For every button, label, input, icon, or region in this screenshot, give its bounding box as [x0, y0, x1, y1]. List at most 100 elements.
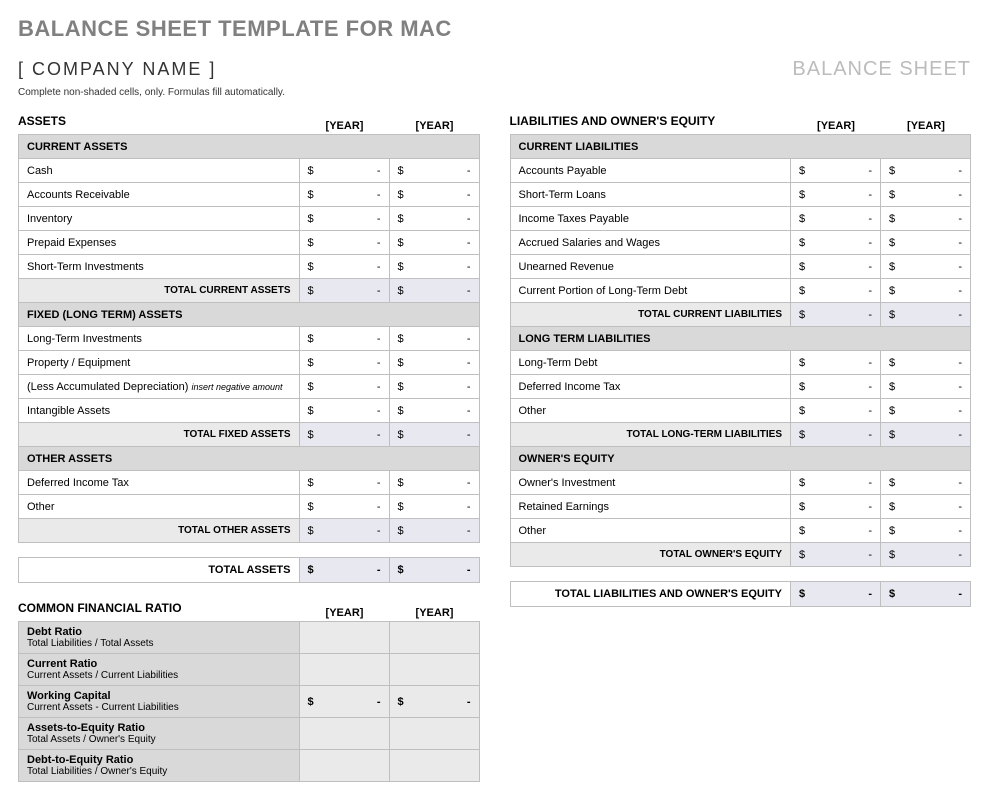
- ratio-1-y1: [299, 654, 389, 686]
- other-assets-row-0-y1[interactable]: $-: [299, 471, 389, 495]
- fixed-assets-row-3-label[interactable]: Intangible Assets: [19, 399, 300, 423]
- current-liabilities-row-5-y1[interactable]: $-: [791, 279, 881, 303]
- other-assets-row-1-y1[interactable]: $-: [299, 495, 389, 519]
- current-assets-row-1-y1[interactable]: $-: [299, 183, 389, 207]
- current-liabilities-row-4-y1[interactable]: $-: [791, 255, 881, 279]
- fixed-assets-row-0-y2[interactable]: $-: [389, 327, 479, 351]
- other-assets-row-0-label[interactable]: Deferred Income Tax: [19, 471, 300, 495]
- total-longterm-liabilities-label: TOTAL LONG-TERM LIABILITIES: [510, 423, 791, 447]
- other-assets-row-1-y2[interactable]: $-: [389, 495, 479, 519]
- current-assets-row-3-label[interactable]: Prepaid Expenses: [19, 231, 300, 255]
- current-liabilities-row-0-y2[interactable]: $-: [881, 159, 971, 183]
- fixed-assets-row-0-label[interactable]: Long-Term Investments: [19, 327, 300, 351]
- current-assets-row-0-label[interactable]: Cash: [19, 159, 300, 183]
- current-liabilities-row-1-label[interactable]: Short-Term Loans: [510, 183, 791, 207]
- current-liabilities-row-3-y1[interactable]: $-: [791, 231, 881, 255]
- longterm-liabilities-row-2-label[interactable]: Other: [510, 399, 791, 423]
- current-assets-row-4-y1[interactable]: $-: [299, 255, 389, 279]
- total-owners-equity-y2: $-: [881, 543, 971, 567]
- total-assets-y2: $-: [389, 558, 479, 583]
- current-liabilities-row-4-y2[interactable]: $-: [881, 255, 971, 279]
- other-assets-row-1-label[interactable]: Other: [19, 495, 300, 519]
- page-title: BALANCE SHEET TEMPLATE FOR MAC: [18, 16, 971, 42]
- current-liabilities-row-0-y1[interactable]: $-: [791, 159, 881, 183]
- current-assets-row-2-label[interactable]: Inventory: [19, 207, 300, 231]
- owners-equity-row-1-label[interactable]: Retained Earnings: [510, 495, 791, 519]
- ratio-3-y2: [389, 718, 479, 750]
- longterm-liabilities-row-0-y1[interactable]: $-: [791, 351, 881, 375]
- owners-equity-row-2-label[interactable]: Other: [510, 519, 791, 543]
- longterm-liabilities-row-1-y2[interactable]: $-: [881, 375, 971, 399]
- owners-equity-row-1-y1[interactable]: $-: [791, 495, 881, 519]
- current-liabilities-row-1-y1[interactable]: $-: [791, 183, 881, 207]
- ratio-4-y2: [389, 750, 479, 782]
- ratio-header-row: COMMON FINANCIAL RATIO [YEAR] [YEAR]: [18, 597, 480, 619]
- total-current-liabilities-y2: $-: [881, 303, 971, 327]
- owners-equity-row-2-y2[interactable]: $-: [881, 519, 971, 543]
- fixed-assets-row-1-y2[interactable]: $-: [389, 351, 479, 375]
- owners-equity-row-1-y2[interactable]: $-: [881, 495, 971, 519]
- fixed-assets-row-3-y1[interactable]: $-: [299, 399, 389, 423]
- total-current-assets-y1: $-: [299, 279, 389, 303]
- longterm-liabilities-row-0-y2[interactable]: $-: [881, 351, 971, 375]
- total-fixed-assets-y1: $-: [299, 423, 389, 447]
- current-liabilities-row-3-y2[interactable]: $-: [881, 231, 971, 255]
- current-liabilities-row-4-label[interactable]: Unearned Revenue: [510, 255, 791, 279]
- current-liabilities-row-2-label[interactable]: Income Taxes Payable: [510, 207, 791, 231]
- ratio-2-label: Working Capital Current Assets - Current…: [19, 686, 300, 718]
- ratio-3-label: Assets-to-Equity Ratio Total Assets / Ow…: [19, 718, 300, 750]
- current-assets-row-0-y2[interactable]: $-: [389, 159, 479, 183]
- total-fixed-assets-label: TOTAL FIXED ASSETS: [19, 423, 300, 447]
- current-assets-row-1-y2[interactable]: $-: [389, 183, 479, 207]
- other-assets-header: OTHER ASSETS: [19, 447, 480, 471]
- current-assets-row-3-y2[interactable]: $-: [389, 231, 479, 255]
- total-other-assets-label: TOTAL OTHER ASSETS: [19, 519, 300, 543]
- owners-equity-row-2-y1[interactable]: $-: [791, 519, 881, 543]
- current-assets-row-1-label[interactable]: Accounts Receivable: [19, 183, 300, 207]
- header-row: [ COMPANY NAME ] BALANCE SHEET: [18, 58, 971, 81]
- current-assets-row-3-y1[interactable]: $-: [299, 231, 389, 255]
- current-assets-row-4-label[interactable]: Short-Term Investments: [19, 255, 300, 279]
- longterm-liabilities-header: LONG TERM LIABILITIES: [510, 327, 971, 351]
- fixed-assets-row-2-label[interactable]: (Less Accumulated Depreciation) insert n…: [19, 375, 300, 399]
- ratio-2-y1: $-: [299, 686, 389, 718]
- assets-section-header: ASSETS: [18, 110, 300, 132]
- balance-sheet-label: BALANCE SHEET: [792, 58, 971, 81]
- owners-equity-row-0-label[interactable]: Owner's Investment: [510, 471, 791, 495]
- fixed-assets-row-1-label[interactable]: Property / Equipment: [19, 351, 300, 375]
- longterm-liabilities-row-1-label[interactable]: Deferred Income Tax: [510, 375, 791, 399]
- longterm-liabilities-row-2-y2[interactable]: $-: [881, 399, 971, 423]
- fixed-assets-row-3-y2[interactable]: $-: [389, 399, 479, 423]
- longterm-liabilities-row-1-y1[interactable]: $-: [791, 375, 881, 399]
- longterm-liabilities-row-0-label[interactable]: Long-Term Debt: [510, 351, 791, 375]
- current-liabilities-row-5-y2[interactable]: $-: [881, 279, 971, 303]
- ratio-1-y2: [389, 654, 479, 686]
- current-liabilities-row-2-y2[interactable]: $-: [881, 207, 971, 231]
- other-assets-row-0-y2[interactable]: $-: [389, 471, 479, 495]
- ratio-3-y1: [299, 718, 389, 750]
- ratio-0-label: Debt Ratio Total Liabilities / Total Ass…: [19, 622, 300, 654]
- instructions: Complete non-shaded cells, only. Formula…: [18, 87, 971, 98]
- longterm-liabilities-row-2-y1[interactable]: $-: [791, 399, 881, 423]
- current-liabilities-row-2-y1[interactable]: $-: [791, 207, 881, 231]
- fixed-assets-row-2-y1[interactable]: $-: [299, 375, 389, 399]
- fixed-assets-row-0-y1[interactable]: $-: [299, 327, 389, 351]
- owners-equity-row-0-y1[interactable]: $-: [791, 471, 881, 495]
- fixed-assets-header: FIXED (LONG TERM) ASSETS: [19, 303, 480, 327]
- current-assets-row-2-y2[interactable]: $-: [389, 207, 479, 231]
- total-current-assets-y2: $-: [389, 279, 479, 303]
- current-liabilities-row-5-label[interactable]: Current Portion of Long-Term Debt: [510, 279, 791, 303]
- total-other-assets-y1: $-: [299, 519, 389, 543]
- ratio-table: Debt Ratio Total Liabilities / Total Ass…: [18, 621, 480, 782]
- current-liabilities-row-0-label[interactable]: Accounts Payable: [510, 159, 791, 183]
- current-assets-row-0-y1[interactable]: $-: [299, 159, 389, 183]
- fixed-assets-row-2-y2[interactable]: $-: [389, 375, 479, 399]
- total-owners-equity-label: TOTAL OWNER'S EQUITY: [510, 543, 791, 567]
- current-liabilities-row-3-label[interactable]: Accrued Salaries and Wages: [510, 231, 791, 255]
- owners-equity-row-0-y2[interactable]: $-: [881, 471, 971, 495]
- fixed-assets-row-1-y1[interactable]: $-: [299, 351, 389, 375]
- current-assets-row-4-y2[interactable]: $-: [389, 255, 479, 279]
- current-liabilities-row-1-y2[interactable]: $-: [881, 183, 971, 207]
- current-assets-row-2-y1[interactable]: $-: [299, 207, 389, 231]
- assets-table: CURRENT ASSETS Cash $- $- Accounts Recei…: [18, 134, 480, 543]
